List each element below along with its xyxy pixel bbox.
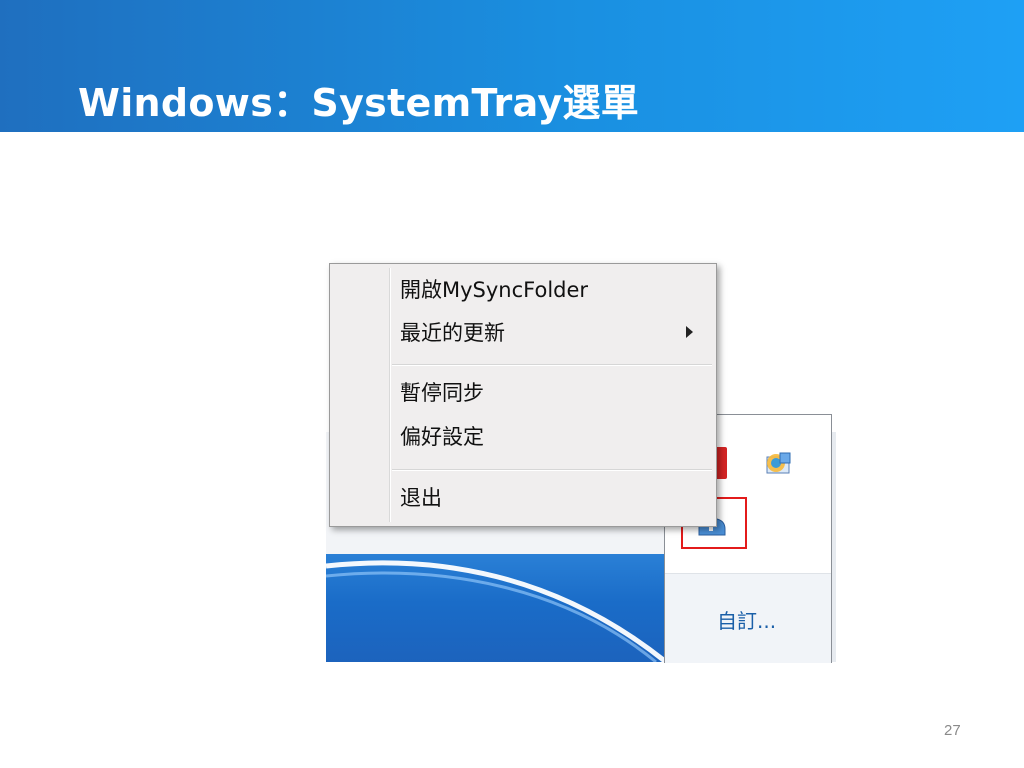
submenu-arrow-icon xyxy=(686,326,693,338)
menu-item-preferences[interactable]: 偏好設定 xyxy=(400,420,700,454)
customize-link[interactable]: 自訂... xyxy=(717,605,776,634)
network-globe-icon[interactable] xyxy=(763,449,793,479)
wallpaper-swoosh xyxy=(326,560,666,662)
menu-item-pause-sync[interactable]: 暫停同步 xyxy=(400,376,700,410)
desktop-wallpaper xyxy=(326,554,666,662)
slide-title: Windows：SystemTray選單 xyxy=(78,81,640,125)
page-number: 27 xyxy=(944,722,961,739)
context-menu: 開啟MySyncFolder 最近的更新 暫停同步 偏好設定 退出 xyxy=(329,263,717,527)
menu-item-exit[interactable]: 退出 xyxy=(400,481,700,515)
menu-gutter-highlight xyxy=(390,268,391,522)
menu-separator-highlight xyxy=(392,365,712,366)
menu-item-open-mysyncfolder[interactable]: 開啟MySyncFolder xyxy=(400,273,700,307)
menu-separator-highlight xyxy=(392,470,712,471)
menu-item-recent-updates[interactable]: 最近的更新 xyxy=(400,316,700,350)
